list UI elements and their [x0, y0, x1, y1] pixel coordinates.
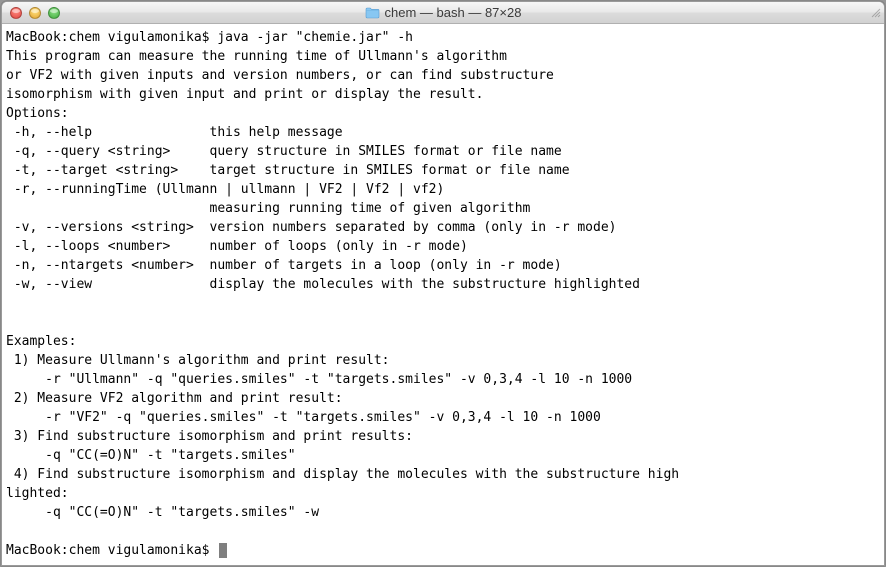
option-line: -q, --query <string> query structure in … [6, 142, 880, 161]
intro-line: or VF2 with given inputs and version num… [6, 66, 880, 85]
example-line: -q "CC(=O)N" -t "targets.smiles" -w [6, 503, 880, 522]
option-line: -v, --versions <string> version numbers … [6, 218, 880, 237]
intro-line: This program can measure the running tim… [6, 47, 880, 66]
example-line: 4) Find substructure isomorphism and dis… [6, 465, 880, 484]
options-header: Options: [6, 104, 880, 123]
example-line: 3) Find substructure isomorphism and pri… [6, 427, 880, 446]
window-title: chem — bash — 87×28 [2, 5, 884, 20]
blank-line [6, 522, 880, 541]
minimize-button[interactable] [29, 7, 41, 19]
intro-line: isomorphism with given input and print o… [6, 85, 880, 104]
zoom-button[interactable] [48, 7, 60, 19]
option-line: -t, --target <string> target structure i… [6, 161, 880, 180]
example-line: -q "CC(=O)N" -t "targets.smiles" [6, 446, 880, 465]
cursor [219, 543, 227, 558]
prompt-line[interactable]: MacBook:chem vigulamonika$ [6, 541, 880, 560]
example-line: -r "Ullmann" -q "queries.smiles" -t "tar… [6, 370, 880, 389]
prompt-command-line: MacBook:chem vigulamonika$ java -jar "ch… [6, 28, 880, 47]
titlebar[interactable]: chem — bash — 87×28 [2, 2, 884, 24]
window-controls [2, 7, 60, 19]
title-text: chem — bash — 87×28 [385, 5, 522, 20]
blank-line [6, 294, 880, 313]
option-line: -l, --loops <number> number of loops (on… [6, 237, 880, 256]
blank-line [6, 313, 880, 332]
option-line: -w, --view display the molecules with th… [6, 275, 880, 294]
option-line: -r, --runningTime (Ullmann | ullmann | V… [6, 180, 880, 199]
examples-header: Examples: [6, 332, 880, 351]
resize-hint-icon [870, 2, 882, 23]
example-line: 2) Measure VF2 algorithm and print resul… [6, 389, 880, 408]
option-line: measuring running time of given algorith… [6, 199, 880, 218]
option-line: -h, --help this help message [6, 123, 880, 142]
close-button[interactable] [10, 7, 22, 19]
folder-icon [365, 7, 380, 19]
terminal-window: chem — bash — 87×28 MacBook:chem vigulam… [1, 1, 885, 566]
terminal-body[interactable]: MacBook:chem vigulamonika$ java -jar "ch… [2, 24, 884, 565]
example-line: 1) Measure Ullmann's algorithm and print… [6, 351, 880, 370]
example-line: -r "VF2" -q "queries.smiles" -t "targets… [6, 408, 880, 427]
example-line: lighted: [6, 484, 880, 503]
option-line: -n, --ntargets <number> number of target… [6, 256, 880, 275]
